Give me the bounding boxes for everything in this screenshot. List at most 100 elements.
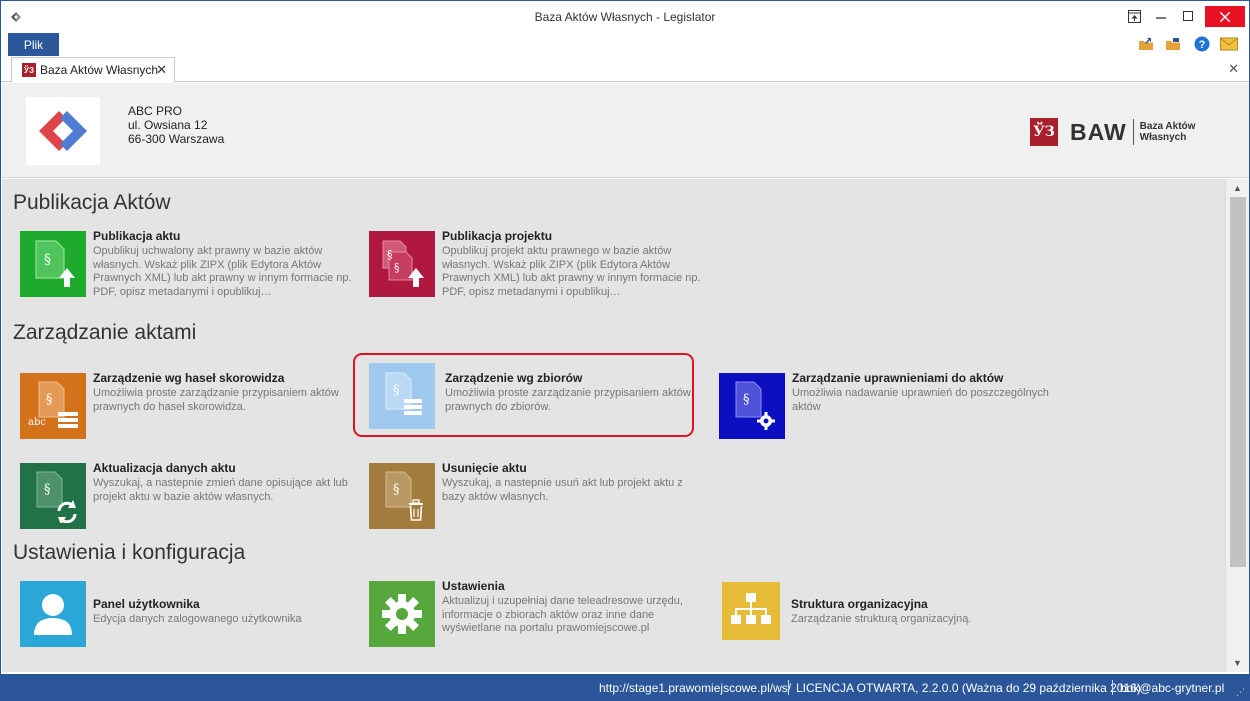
window-title: Baza Aktów Własnych - Legislator [534, 10, 716, 24]
tile-publikacja-projektu[interactable]: § § Publikacja projektu Opublikuj projek… [369, 229, 709, 299]
baw-brand-logo: ЎЗ BAW Baza Aktów Własnych [1030, 117, 1195, 147]
tile-description: Zarządzanie strukturą organizacyjną. [791, 613, 972, 625]
svg-text:§: § [44, 252, 51, 268]
tab-baza-aktow[interactable]: ЎЗ Baza Aktów Własnych ✕ [11, 57, 175, 83]
tile-text: Aktualizacja danych aktu Wyszukaj, a nas… [93, 461, 353, 504]
tile-description: Wyszukaj, a nastepnie zmień dane opisują… [93, 477, 348, 503]
ribbon: Plik ? [1, 32, 1249, 56]
tile-description: Opublikuj uchwalony akt prawny w bazie a… [93, 245, 352, 298]
app-window: Baza Aktów Własnych - Legislator Plik ? [0, 0, 1250, 701]
svg-text:§: § [743, 392, 750, 407]
baw-tab-icon: ЎЗ [22, 63, 36, 77]
tile-panel-uzytkownika[interactable]: Panel użytkownika Edycja danych zalogowa… [20, 579, 360, 649]
organization-logo [26, 97, 100, 165]
tile-title: Aktualizacja danych aktu [93, 461, 236, 475]
help-icon[interactable]: ? [1193, 35, 1211, 53]
tile-text: Zarządzenie wg haseł skorowidza Umożliwi… [93, 371, 353, 414]
tile-description: Opublikuj projekt aktu prawnego w bazie … [442, 245, 701, 298]
tile-title: Zarządzanie uprawnieniami do aktów [792, 371, 1004, 385]
baw-subtitle-line2: Własnych [1139, 132, 1187, 143]
section-title-ustawienia: Ustawienia i konfiguracja [13, 541, 246, 564]
publish-document-icon: § [20, 231, 86, 297]
publish-project-icon: § § [369, 231, 435, 297]
svg-text:§: § [44, 482, 51, 497]
company-street: ul. Owsiana 12 [128, 118, 208, 132]
restore-icon[interactable] [1122, 6, 1146, 26]
settings-gear-icon [369, 581, 435, 647]
close-window-button[interactable] [1205, 6, 1245, 27]
tile-title: Publikacja aktu [93, 229, 181, 243]
tile-publikacja-aktu[interactable]: § Publikacja aktu Opublikuj uchwalony ak… [20, 229, 360, 299]
tile-title: Ustawienia [442, 579, 505, 593]
tile-text: Ustawienia Aktualizuj i uzupełniaj dane … [442, 579, 702, 636]
vertical-scrollbar[interactable]: ▲ ▼ [1225, 179, 1249, 672]
tile-description: Umożliwia proste zarządzanie przypisanie… [445, 387, 691, 413]
tile-usuniecie-aktu[interactable]: § Usunięcie aktu Wyszukaj, a nastepnie u… [369, 461, 709, 531]
file-menu-tab[interactable]: Plik [8, 33, 59, 56]
baw-badge-icon: ЎЗ [1030, 118, 1058, 146]
resize-grip-icon[interactable]: ⋰ [1236, 687, 1245, 698]
minimize-button[interactable] [1149, 6, 1173, 26]
tile-zarzadzenie-wg-zbiorow[interactable]: § Zarządzenie wg zbiorów Umożliwia prost… [369, 361, 709, 431]
section-title-publikacja: Publikacja Aktów [13, 191, 171, 214]
tile-text: Zarządzenie wg zbiorów Umożliwia proste … [445, 371, 705, 414]
baw-subtitle: Baza Aktów Własnych [1140, 121, 1196, 143]
status-divider [1112, 680, 1113, 695]
company-city: 66-300 Warszawa [128, 132, 225, 146]
mail-icon[interactable] [1220, 35, 1238, 53]
title-bar: Baza Aktów Własnych - Legislator [1, 1, 1249, 32]
close-all-tabs-icon[interactable]: ✕ [1228, 61, 1239, 77]
baw-wordmark: BAW [1070, 118, 1127, 145]
svg-text:§: § [393, 383, 400, 398]
tile-description: Aktualizuj i uzupełniaj dane teleadresow… [442, 595, 683, 634]
tab-close-icon[interactable]: ✕ [156, 62, 167, 78]
support-email: bok@abc-grytner.pl [1120, 681, 1225, 695]
tile-struktura-organizacyjna[interactable]: Struktura organizacyjna Zarządzanie stru… [722, 579, 1062, 649]
folder-import-icon[interactable] [1137, 35, 1155, 53]
svg-text:§: § [46, 392, 53, 407]
svg-text:§: § [387, 248, 393, 261]
index-keywords-icon: § abc [20, 373, 86, 439]
tile-title: Zarządzenie wg zbiorów [445, 371, 583, 385]
organization-address: ABC PRO ul. Owsiana 12 66-300 Warszawa [128, 104, 224, 146]
scroll-down-icon[interactable]: ▼ [1226, 656, 1249, 670]
tile-ustawienia[interactable]: Ustawienia Aktualizuj i uzupełniaj dane … [369, 579, 709, 649]
tile-zarzadzanie-uprawnieniami[interactable]: § Zarządzanie uprawnieniami do aktów Umo… [719, 371, 1059, 441]
tile-title: Zarządzenie wg haseł skorowidza [93, 371, 285, 385]
user-icon [20, 581, 86, 647]
tile-text: Publikacja projektu Opublikuj projekt ak… [442, 229, 702, 299]
scroll-thumb[interactable] [1230, 197, 1246, 567]
abc-icon-label: abc [28, 417, 46, 428]
service-url: http://stage1.prawomiejscowe.pl/ws/ [599, 681, 792, 695]
license-info: LICENCJA OTWARTA, 2.2.0.0 (Ważna do 29 p… [796, 681, 1141, 695]
svg-text:?: ? [1199, 39, 1206, 51]
tile-description: Umożliwia nadawanie uprawnień do poszcze… [792, 387, 1049, 413]
folder-export-icon[interactable] [1164, 35, 1182, 53]
tile-description: Wyszukaj, a nastepnie usuń akt lub proje… [442, 477, 683, 503]
delete-document-icon: § [369, 463, 435, 529]
organization-header: ABC PRO ul. Owsiana 12 66-300 Warszawa Ў… [2, 83, 1249, 178]
baw-subtitle-line1: Baza Aktów [1139, 121, 1196, 132]
tile-title: Struktura organizacyjna [791, 597, 928, 611]
refresh-document-icon: § [20, 463, 86, 529]
tile-aktualizacja-danych[interactable]: § Aktualizacja danych aktu Wyszukaj, a n… [20, 461, 360, 531]
svg-text:§: § [394, 261, 400, 274]
org-chart-icon [722, 582, 780, 640]
tile-title: Publikacja projektu [442, 229, 553, 243]
tile-title: Usunięcie aktu [442, 461, 527, 475]
scroll-up-icon[interactable]: ▲ [1226, 181, 1249, 195]
brand-divider [1132, 119, 1134, 145]
tile-text: Usunięcie aktu Wyszukaj, a nastepnie usu… [442, 461, 702, 504]
company-name: ABC PRO [128, 104, 183, 118]
tile-description: Edycja danych zalogowanego użytkownika [93, 613, 302, 625]
tile-title: Panel użytkownika [93, 597, 200, 611]
maximize-button[interactable] [1176, 6, 1200, 26]
tile-text: Panel użytkownika Edycja danych zalogowa… [93, 597, 353, 627]
tile-text: Zarządzanie uprawnieniami do aktów Umożl… [792, 371, 1052, 414]
permissions-icon: § [719, 373, 785, 439]
tile-text: Struktura organizacyjna Zarządzanie stru… [791, 597, 1051, 627]
tile-description: Umożliwia proste zarządzanie przypisanie… [93, 387, 339, 413]
section-title-zarzadzanie: Zarządzanie aktami [13, 321, 197, 344]
tile-zarzadzenie-wg-hasel[interactable]: § abc Zarządzenie wg haseł skorowidza Um… [20, 371, 360, 441]
status-divider [788, 680, 789, 695]
